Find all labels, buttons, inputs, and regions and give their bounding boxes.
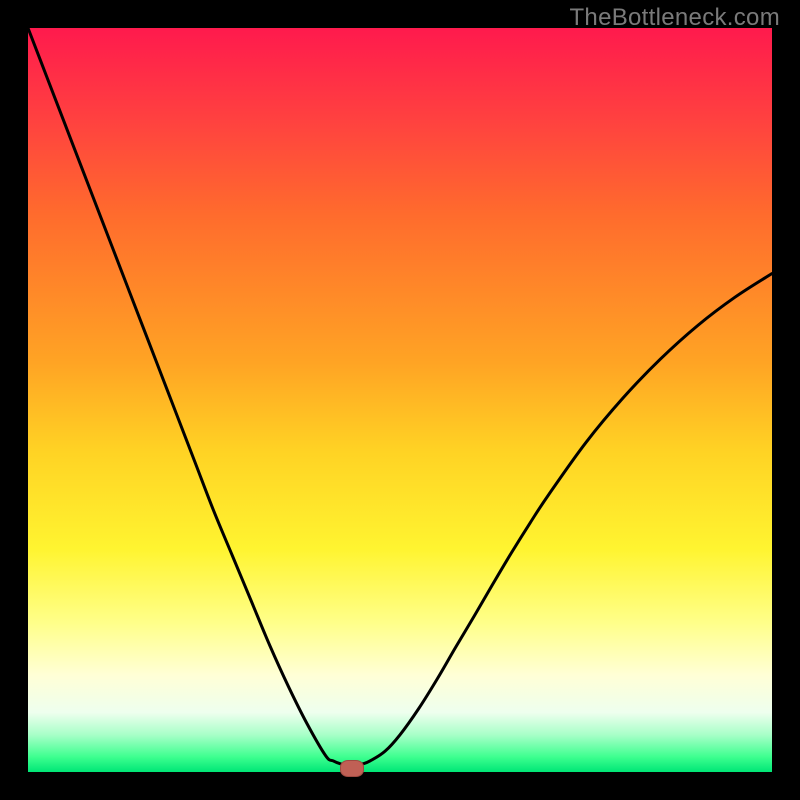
watermark-text: TheBottleneck.com [569, 4, 780, 32]
bottleneck-curve [28, 28, 772, 766]
curve-svg [28, 28, 772, 772]
chart-frame: TheBottleneck.com [0, 0, 800, 800]
optimal-point-marker [340, 760, 364, 777]
